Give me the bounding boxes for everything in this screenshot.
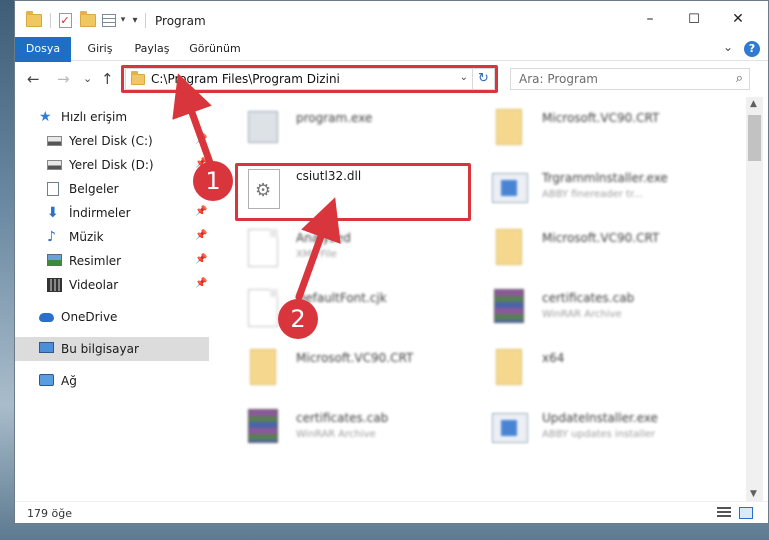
step-2-badge: 2	[278, 299, 318, 339]
annotation-arrows	[172, 73, 341, 301]
arrow-to-file	[295, 197, 341, 301]
step-1-badge: 1	[193, 161, 233, 201]
explorer-window: ✓ ▾ ▾ Program – ☐ ✕ Dosya Giriş Paylaş G…	[14, 0, 769, 524]
arrow-to-address-bar	[172, 73, 217, 175]
